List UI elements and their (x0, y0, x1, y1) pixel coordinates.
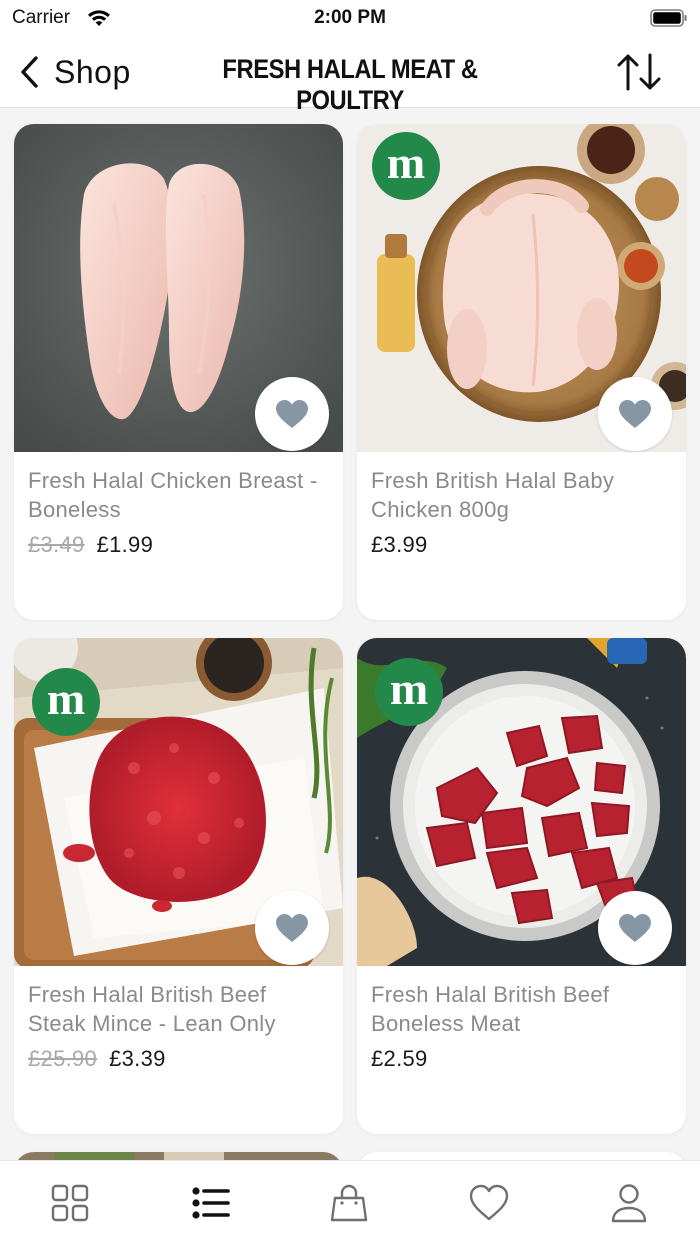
product-card[interactable]: m Fresh British Halal Baby Chicken 800g … (357, 124, 686, 620)
heart-icon (619, 400, 651, 428)
price-row: £3.99 (371, 532, 428, 558)
sale-price: £3.39 (109, 1046, 166, 1071)
product-card[interactable]: m Fresh Halal British Beef Steak Mince -… (14, 638, 343, 1134)
page-title: FRESH HALAL MEAT & POULTRY (222, 54, 478, 115)
product-card[interactable] (14, 1152, 343, 1160)
favorite-button[interactable] (255, 377, 329, 451)
price: £2.59 (371, 1046, 428, 1071)
brand-badge: m (32, 668, 100, 736)
tab-favourites[interactable] (467, 1181, 511, 1225)
tab-categories[interactable] (188, 1181, 232, 1225)
product-name: Fresh British Halal Baby Chicken 800g (371, 468, 615, 522)
heart-icon (276, 914, 308, 942)
bag-icon (330, 1184, 368, 1222)
product-name: Fresh Halal British Beef Boneless Meat (371, 982, 610, 1036)
price-row: £3.49 £1.99 (28, 532, 153, 558)
back-label: Shop (54, 53, 131, 90)
back-button[interactable]: Shop (18, 50, 131, 94)
product-card[interactable] (357, 1152, 686, 1160)
status-bar: Carrier 2:00 PM (0, 0, 700, 36)
tab-home[interactable] (48, 1181, 92, 1225)
sale-price: £1.99 (96, 532, 154, 557)
product-name: Fresh Halal Chicken Breast - Boneless (28, 468, 318, 522)
clock: 2:00 PM (314, 7, 386, 28)
price-row: £2.59 (371, 1046, 428, 1072)
heart-icon (276, 400, 308, 428)
grid-icon (51, 1184, 89, 1222)
chevron-left-icon (21, 56, 38, 88)
battery-icon (650, 9, 687, 27)
price: £3.99 (371, 532, 428, 557)
heart-icon (619, 914, 651, 942)
heart-icon (469, 1184, 509, 1221)
list-icon (192, 1187, 230, 1219)
product-card[interactable]: Fresh Halal Chicken Breast - Boneless £3… (14, 124, 343, 620)
favorite-button[interactable] (598, 891, 672, 965)
brand-badge: m (372, 132, 440, 200)
sort-icon[interactable] (616, 52, 662, 92)
tab-bar (0, 1160, 700, 1244)
favorite-button[interactable] (598, 377, 672, 451)
navigation-bar: Shop FRESH HALAL MEAT & POULTRY (0, 36, 700, 115)
user-icon (611, 1184, 647, 1223)
product-grid: Fresh Halal Chicken Breast - Boneless £3… (0, 108, 700, 1160)
tab-account[interactable] (607, 1181, 651, 1225)
original-price: £25.90 (28, 1046, 98, 1071)
brand-badge: m (375, 658, 443, 726)
tab-basket[interactable] (327, 1181, 371, 1225)
product-card[interactable]: m Fresh Halal British Beef Boneless Meat… (357, 638, 686, 1134)
price-row: £25.90 £3.39 (28, 1046, 166, 1072)
original-price: £3.49 (28, 532, 85, 557)
product-name: Fresh Halal British Beef Steak Mince - L… (28, 982, 276, 1036)
favorite-button[interactable] (255, 891, 329, 965)
product-image (14, 1152, 343, 1160)
